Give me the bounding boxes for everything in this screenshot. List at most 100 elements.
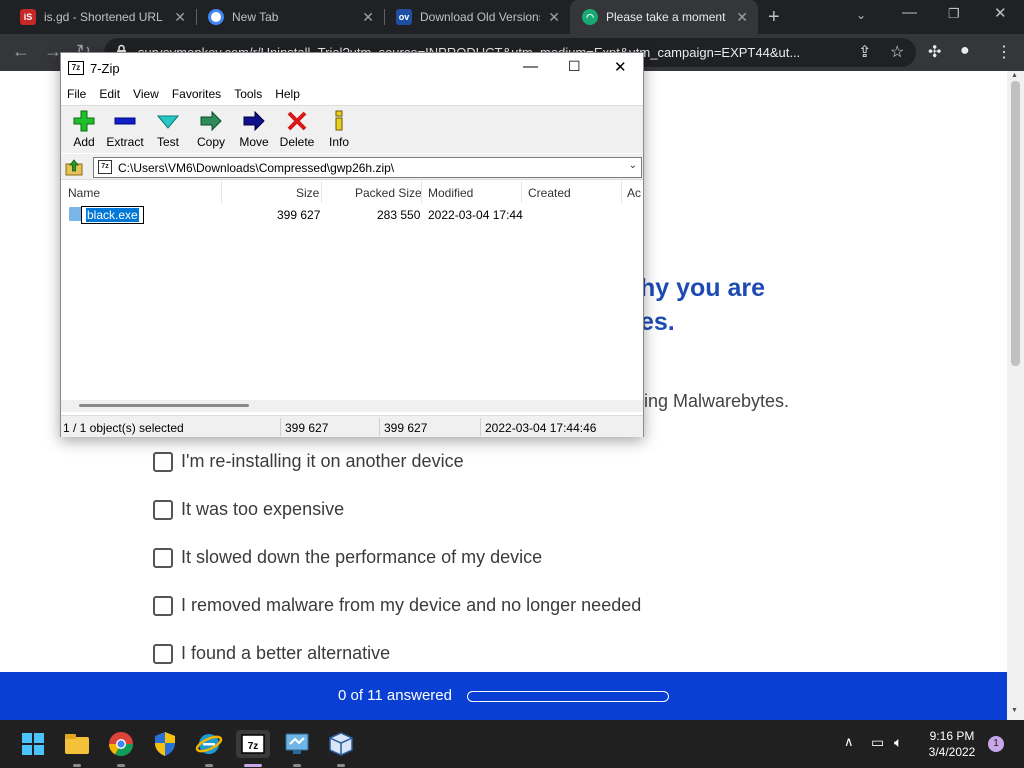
- tab-close-icon[interactable]: ✕: [736, 9, 748, 26]
- close-icon[interactable]: ✕: [614, 58, 627, 76]
- tab-close-icon[interactable]: ✕: [362, 9, 374, 26]
- chrome-favicon-icon: [208, 9, 224, 25]
- horizontal-scrollbar[interactable]: [61, 400, 643, 412]
- tab-old-versions[interactable]: ov Download Old Versions ✕: [384, 0, 570, 34]
- clock-time: 9:16 PM: [929, 729, 975, 743]
- column-modified[interactable]: Modified: [428, 186, 473, 200]
- scrollbar-thumb[interactable]: [79, 404, 249, 407]
- tab-surveymonkey[interactable]: ◠ Please take a moment ✕: [570, 0, 758, 34]
- option-removed-malware[interactable]: I removed malware from my device and no …: [153, 595, 641, 616]
- extensions-puzzle-icon[interactable]: ✣: [928, 42, 941, 62]
- minimize-icon[interactable]: —: [902, 4, 917, 21]
- column-divider[interactable]: [321, 181, 322, 203]
- checkbox[interactable]: [153, 547, 173, 568]
- add-plus-icon: [73, 110, 95, 132]
- menu-tools[interactable]: Tools: [234, 87, 262, 101]
- notification-badge[interactable]: 1: [988, 736, 1004, 752]
- option-better-alternative[interactable]: I found a better alternative: [153, 643, 390, 664]
- checkbox[interactable]: [153, 643, 173, 664]
- delete-label: Delete: [279, 135, 315, 149]
- column-divider[interactable]: [621, 181, 622, 203]
- column-name[interactable]: Name: [68, 186, 100, 200]
- scroll-up-arrow-icon[interactable]: ▲: [1011, 72, 1018, 79]
- window-title: 7-Zip: [90, 61, 120, 76]
- column-divider[interactable]: [421, 181, 422, 203]
- column-packed-size[interactable]: Packed Size: [355, 186, 422, 200]
- sevenzip-titlebar[interactable]: 7z 7-Zip — ☐ ✕: [61, 53, 643, 83]
- menu-edit[interactable]: Edit: [99, 87, 120, 101]
- tab-search-icon[interactable]: ⌄: [856, 8, 866, 22]
- option-reinstalling[interactable]: I'm re-installing it on another device: [153, 451, 464, 472]
- option-label: It slowed down the performance of my dev…: [181, 547, 543, 567]
- column-divider[interactable]: [221, 181, 222, 203]
- profile-avatar-icon[interactable]: ●: [960, 42, 970, 60]
- maximize-icon[interactable]: ☐: [568, 58, 581, 75]
- bookmark-star-icon[interactable]: ☆: [890, 42, 904, 62]
- scroll-down-arrow-icon[interactable]: ▼: [1011, 707, 1018, 714]
- status-divider: [480, 418, 481, 436]
- folder-up-icon[interactable]: [65, 158, 83, 176]
- add-button[interactable]: Add: [61, 108, 107, 152]
- tab-close-icon[interactable]: ✕: [174, 9, 186, 26]
- chevron-up-icon[interactable]: ∧: [844, 734, 854, 750]
- checkbox[interactable]: [153, 499, 173, 520]
- copy-button[interactable]: Copy: [188, 108, 234, 152]
- info-label: Info: [328, 135, 349, 149]
- checkbox[interactable]: [153, 595, 173, 616]
- tab-isgd[interactable]: iS is.gd - Shortened URL ✕: [8, 0, 196, 34]
- ie-icon[interactable]: [195, 730, 223, 758]
- tab-title: Please take a moment: [606, 10, 726, 24]
- close-icon[interactable]: ✕: [994, 4, 1007, 22]
- add-label: Add: [73, 135, 95, 149]
- tab-close-icon[interactable]: ✕: [548, 9, 560, 26]
- menu-view[interactable]: View: [133, 87, 159, 101]
- column-divider[interactable]: [521, 181, 522, 203]
- test-button[interactable]: Test: [145, 108, 191, 152]
- option-label: It was too expensive: [181, 499, 345, 519]
- box-app-icon[interactable]: [327, 730, 355, 758]
- column-size[interactable]: Size: [296, 186, 319, 200]
- network-icon[interactable]: ▭: [871, 734, 884, 751]
- share-icon[interactable]: ⇪: [858, 42, 871, 62]
- network-tool-icon[interactable]: [283, 730, 311, 758]
- path-field[interactable]: 7z C:\Users\VM6\Downloads\Compressed\gwp…: [93, 157, 642, 178]
- system-clock[interactable]: 9:16 PM 3/4/2022: [916, 728, 988, 760]
- menu-favorites[interactable]: Favorites: [172, 87, 221, 101]
- info-button[interactable]: Info: [316, 108, 362, 152]
- new-tab-button[interactable]: +: [768, 6, 780, 29]
- 7zip-taskbar-button[interactable]: 7z: [236, 730, 270, 758]
- progress-footer: 0 of 11 answered: [0, 672, 1007, 720]
- security-shield-icon[interactable]: [151, 730, 179, 758]
- filename-rename-field[interactable]: black.exe: [81, 206, 144, 224]
- extract-button[interactable]: Extract: [102, 108, 148, 152]
- menu-file[interactable]: File: [67, 87, 86, 101]
- option-too-expensive[interactable]: It was too expensive: [153, 499, 344, 520]
- filename-text: black.exe: [86, 208, 139, 222]
- minimize-icon[interactable]: —: [523, 58, 538, 75]
- restore-icon[interactable]: ❐: [948, 6, 960, 22]
- column-attributes[interactable]: Ac: [627, 186, 641, 200]
- extract-minus-icon: [114, 117, 136, 125]
- question-title-line-1: hy you are: [640, 274, 766, 302]
- file-row[interactable]: black.exe 399 627 283 550 2022-03-04 17:…: [61, 205, 643, 225]
- chevron-down-icon[interactable]: ⌄: [629, 160, 637, 171]
- start-icon[interactable]: [19, 730, 47, 758]
- running-indicator: [117, 764, 125, 767]
- chrome-icon[interactable]: [107, 730, 135, 758]
- move-button[interactable]: Move: [231, 108, 277, 152]
- checkbox[interactable]: [153, 451, 173, 472]
- menu-help[interactable]: Help: [275, 87, 300, 101]
- sevenzip-window: 7z 7-Zip — ☐ ✕ File Edit View Favorites …: [60, 52, 644, 437]
- file-explorer-icon[interactable]: [63, 730, 91, 758]
- scrollbar-thumb[interactable]: [1011, 81, 1020, 366]
- delete-button[interactable]: Delete: [274, 108, 320, 152]
- page-scrollbar[interactable]: ▲ ▼: [1007, 71, 1024, 720]
- question-title: hy you are es.: [640, 271, 765, 339]
- option-slowed-down[interactable]: It slowed down the performance of my dev…: [153, 547, 542, 568]
- tab-new-tab[interactable]: New Tab ✕: [196, 0, 384, 34]
- column-created[interactable]: Created: [528, 186, 571, 200]
- file-list[interactable]: Name Size Packed Size Modified Created A…: [61, 181, 643, 413]
- menu-kebab-icon[interactable]: ⋮: [996, 42, 1012, 62]
- volume-icon[interactable]: 🔈︎: [894, 734, 902, 751]
- back-arrow-icon[interactable]: ←: [12, 41, 30, 62]
